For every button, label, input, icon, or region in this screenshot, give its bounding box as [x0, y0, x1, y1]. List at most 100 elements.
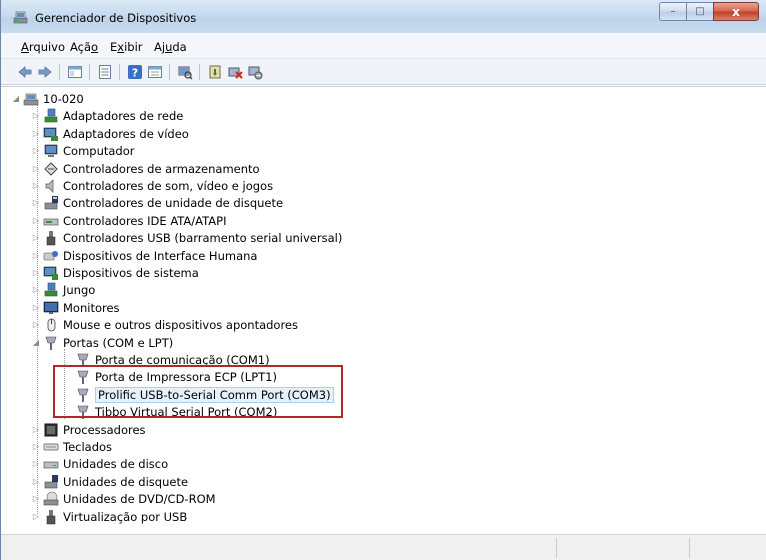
tree-root[interactable]: ◢ 10-020 — [11, 90, 84, 107]
tree-root-label: 10-020 — [43, 91, 84, 106]
storage-controller-icon — [44, 161, 58, 176]
tree-category[interactable]: ▷ Monitores — [31, 299, 120, 316]
expand-arrow-icon[interactable]: ▷ — [31, 146, 41, 156]
expand-arrow-icon[interactable]: ▷ — [31, 251, 41, 261]
status-bar — [1, 534, 766, 560]
scan-hardware-icon[interactable] — [177, 64, 193, 80]
dvd-drive-icon — [43, 491, 59, 505]
highlight-box — [53, 365, 343, 418]
speaker-icon — [45, 178, 54, 193]
expand-arrow-icon[interactable]: ▷ — [31, 129, 41, 139]
tree-category[interactable]: ▷ Computador — [31, 142, 135, 159]
tree-category[interactable]: ▷ Mouse e outros dispositivos apontadores — [31, 316, 298, 333]
tree-category-label: Controladores USB (barramento serial uni… — [63, 230, 343, 245]
port-icon — [45, 336, 57, 350]
minimize-button[interactable]: – — [659, 2, 686, 21]
device-manager-window: Gerenciador de Dispositivos – □ x Arquiv… — [0, 0, 766, 560]
tree-category-label: Controladores de unidade de disquete — [63, 195, 284, 210]
svg-text:?: ? — [132, 67, 138, 80]
processor-icon — [44, 423, 58, 436]
tree-category[interactable]: ▷ Controladores IDE ATA/ATAPI — [31, 212, 227, 229]
tree-category[interactable]: ◢ Portas (COM e LPT) — [31, 334, 173, 351]
expand-arrow-icon[interactable]: ▷ — [31, 477, 41, 487]
expand-arrow-icon[interactable]: ▷ — [31, 198, 41, 208]
computer-root-icon — [23, 93, 39, 105]
expand-arrow-icon[interactable]: ▷ — [31, 303, 41, 313]
device-manager-icon — [13, 11, 28, 24]
details-icon[interactable] — [147, 64, 163, 80]
tree-category-label: Processadores — [63, 422, 146, 437]
device-tree[interactable]: ◢ 10-020 ▷ Adaptadores de rede ▷ Adaptadore… — [1, 86, 766, 534]
close-button[interactable]: x — [713, 2, 759, 21]
floppy-controller-icon — [44, 195, 58, 209]
tree-category-label: Dispositivos de sistema — [63, 265, 199, 280]
tree-category[interactable]: ▷ Unidades de disco — [31, 455, 168, 472]
expand-arrow-icon[interactable]: ▷ — [31, 268, 41, 278]
uninstall-icon[interactable] — [227, 64, 243, 80]
title-bar[interactable]: Gerenciador de Dispositivos – □ x — [1, 0, 766, 33]
computer-icon — [44, 144, 58, 157]
expand-arrow-icon[interactable]: ▷ — [31, 494, 41, 504]
disk-drive-icon — [43, 461, 59, 468]
monitor-icon — [43, 301, 59, 314]
update-driver-icon[interactable] — [207, 64, 223, 80]
expand-arrow-icon[interactable]: ▷ — [31, 512, 41, 522]
ide-controller-icon — [43, 218, 59, 225]
tree-category-label: Unidades de disco — [63, 456, 169, 471]
back-icon[interactable] — [17, 64, 33, 80]
minimize-icon: – — [670, 6, 676, 17]
tree-category[interactable]: ▷ Controladores de armazenamento — [31, 160, 260, 177]
menu-ajuda[interactable]: Ajuda — [154, 40, 187, 54]
hid-icon — [43, 250, 58, 260]
menu-acao[interactable]: Ação — [70, 40, 98, 54]
disable-icon[interactable] — [247, 64, 263, 80]
maximize-button[interactable]: □ — [686, 2, 713, 21]
collapse-arrow-icon[interactable]: ◢ — [31, 338, 41, 348]
expand-arrow-icon[interactable]: ▷ — [31, 285, 41, 295]
expand-arrow-icon[interactable]: ▷ — [31, 216, 41, 226]
console-tree-icon[interactable] — [67, 64, 83, 80]
tree-category-label: Unidades de disquete — [63, 474, 189, 489]
usb-virtualization-icon — [46, 509, 56, 524]
expand-arrow-icon[interactable]: ▷ — [31, 459, 41, 469]
forward-icon[interactable] — [37, 64, 53, 80]
tree-category-label: Unidades de DVD/CD-ROM — [63, 491, 216, 506]
tree-category[interactable]: ▷ Jungo — [31, 281, 95, 298]
tree-category-label: Virtualização por USB — [63, 509, 188, 524]
tree-category[interactable]: ▷ Dispositivos de sistema — [31, 264, 199, 281]
tree-category-label: Controladores IDE ATA/ATAPI — [63, 213, 227, 228]
expand-arrow-icon[interactable]: ▷ — [31, 181, 41, 191]
close-icon: x — [732, 4, 740, 19]
tree-category[interactable]: ▷ Controladores USB (barramento serial un… — [31, 229, 342, 246]
expand-arrow-icon[interactable]: ▷ — [31, 425, 41, 435]
jungo-icon — [44, 282, 58, 296]
tree-category[interactable]: ▷ Dispositivos de Interface Humana — [31, 247, 258, 264]
tree-category-label: Controladores de armazenamento — [63, 161, 260, 176]
usb-icon — [46, 230, 56, 245]
mouse-icon — [47, 318, 56, 331]
tree-category[interactable]: ▷ Unidades de disquete — [31, 473, 188, 490]
tree-category[interactable]: ▷ Virtualização por USB — [31, 508, 187, 525]
tree-category[interactable]: ▷ Teclados — [31, 438, 112, 455]
tree-category[interactable]: ▷ Unidades de DVD/CD-ROM — [31, 490, 216, 507]
caption-buttons: – □ x — [659, 2, 759, 22]
expand-arrow-icon[interactable]: ▷ — [31, 164, 41, 174]
tree-category[interactable]: ▷ Processadores — [31, 421, 146, 438]
tree-category[interactable]: ▷ Adaptadores de vídeo — [31, 125, 189, 142]
tree-category[interactable]: ▷ Controladores de som, vídeo e jogos — [31, 177, 273, 194]
menu-exibir[interactable]: Exibir — [110, 40, 143, 54]
tree-category[interactable]: ▷ Adaptadores de rede — [31, 107, 183, 124]
properties-grid-icon[interactable] — [97, 64, 113, 80]
expand-arrow-icon[interactable]: ▷ — [31, 111, 41, 121]
expand-arrow-icon[interactable]: ▷ — [31, 442, 41, 452]
collapse-arrow-icon[interactable]: ◢ — [11, 94, 21, 104]
tree-category-label: Computador — [63, 143, 135, 158]
expand-arrow-icon[interactable]: ▷ — [31, 233, 41, 243]
tree-category[interactable]: ▷ Controladores de unidade de disquete — [31, 194, 283, 211]
tree-category-label: Dispositivos de Interface Humana — [63, 248, 258, 263]
menu-arquivo[interactable]: Arquivo — [21, 40, 65, 54]
toolbar: ? — [1, 59, 766, 85]
tree-category-label: Mouse e outros dispositivos apontadores — [63, 317, 298, 332]
help-icon[interactable]: ? — [127, 64, 143, 80]
expand-arrow-icon[interactable]: ▷ — [31, 320, 41, 330]
